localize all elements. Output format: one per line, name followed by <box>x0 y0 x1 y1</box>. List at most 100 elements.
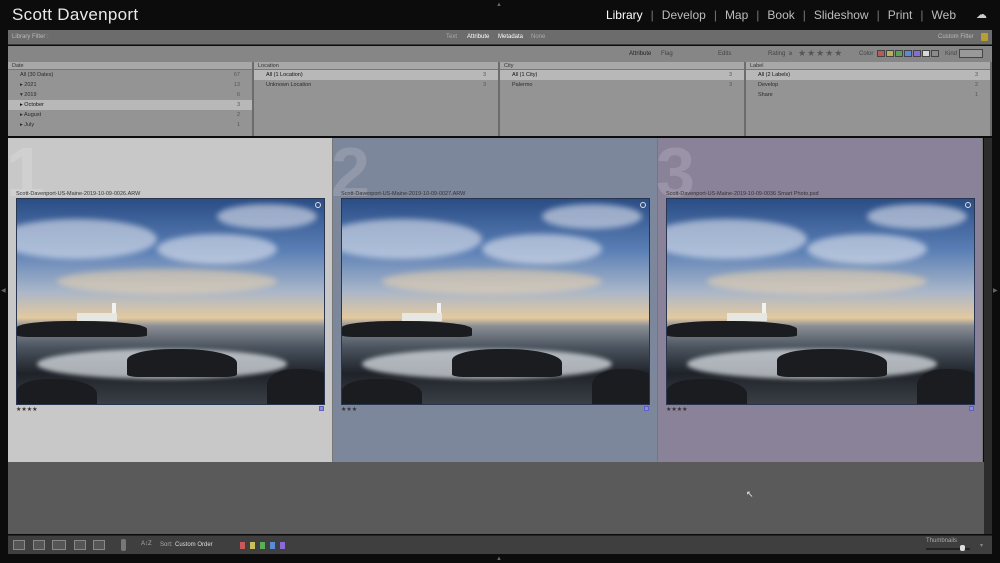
kind-label: Kind <box>945 51 958 57</box>
filter-row[interactable]: All (1 City) 3 <box>500 70 744 80</box>
painter-icon[interactable] <box>121 539 126 551</box>
filter-column-location: Location All (1 Location) 3 Unknown Locatio… <box>254 62 500 136</box>
star-rating[interactable]: ★★★★ <box>16 406 38 413</box>
module-library[interactable]: Library <box>598 8 651 22</box>
file-name: Scott-Davenport-US-Maine-2019-10-09-0036… <box>666 191 819 197</box>
tab-attribute[interactable]: Attribute <box>467 34 489 40</box>
thumbnail-size-slider[interactable] <box>926 545 970 551</box>
tab-text[interactable]: Text <box>446 34 457 40</box>
row-label: Palermo <box>512 82 533 88</box>
mouse-cursor: ↖ <box>746 489 754 499</box>
filter-row[interactable]: ▾ 2019 6 <box>8 90 252 100</box>
grid-cell[interactable]: 2 Scott-Davenport-US-Maine-2019-10-09-00… <box>331 133 658 462</box>
row-label: All (1 City) <box>512 72 538 78</box>
column-header[interactable]: City <box>500 62 744 70</box>
grid-cell[interactable]: 3 Scott-Davenport-US-Maine-2019-10-09-00… <box>656 133 983 462</box>
slider-thumb[interactable] <box>960 545 966 551</box>
row-label: All (1 Location) <box>266 72 303 78</box>
sort-select[interactable]: Custom Order <box>175 542 213 548</box>
photo-thumbnail[interactable] <box>666 198 975 405</box>
filter-row[interactable]: All (30 Dates) 67 <box>8 70 252 80</box>
tab-metadata[interactable]: Metadata <box>498 34 523 40</box>
grid-scrollbar[interactable] <box>984 138 992 534</box>
toolbar: A↕Z Sort: Custom Order Thumbnails ▾ <box>8 535 992 554</box>
quick-collection-icon[interactable] <box>965 202 971 208</box>
filter-row[interactable]: Develop 2 <box>746 80 990 90</box>
lock-icon[interactable] <box>981 33 988 41</box>
top-panel-toggle-icon[interactable]: ▲ <box>496 2 502 8</box>
row-label: ▾ 2019 <box>20 92 37 98</box>
module-book[interactable]: Book <box>759 8 802 22</box>
filter-row[interactable]: Palermo 3 <box>500 80 744 90</box>
star-rating[interactable]: ★★★ <box>341 406 357 413</box>
grid-view-icon[interactable] <box>13 540 25 550</box>
row-count: 2 <box>974 82 978 88</box>
survey-view-icon[interactable] <box>74 540 86 550</box>
grid-cell[interactable]: 1 Scott-Davenport-US-Maine-2019-10-09-00… <box>6 133 333 462</box>
label-color-button[interactable] <box>270 542 275 549</box>
library-filter-label: Library Filter : <box>12 34 49 40</box>
photo-thumbnail[interactable] <box>16 198 325 405</box>
rating-label: Rating <box>768 51 786 57</box>
filter-row[interactable]: Share 1 <box>746 90 990 100</box>
right-panel-toggle-icon[interactable]: ▶ <box>993 287 998 294</box>
loupe-view-icon[interactable] <box>33 540 45 550</box>
color-swatch[interactable] <box>895 50 903 57</box>
color-swatch[interactable] <box>913 50 921 57</box>
thumbnails-label: Thumbnails <box>926 538 958 544</box>
sort-direction-icon[interactable]: A↕Z <box>141 541 152 547</box>
filter-row[interactable]: All (1 Location) 3 <box>254 70 498 80</box>
module-web[interactable]: Web <box>924 8 964 22</box>
color-label-badge <box>644 406 649 411</box>
color-label-badge <box>969 406 974 411</box>
filter-column-city: City All (1 City) 3 Palermo 3 <box>500 62 746 136</box>
module-slideshow[interactable]: Slideshow <box>806 8 877 22</box>
library-filter-bar: Library Filter : Text Attribute Metadata… <box>8 30 992 45</box>
label-color-button[interactable] <box>240 542 245 549</box>
label-color-button[interactable] <box>280 542 285 549</box>
file-name: Scott-Davenport-US-Maine-2019-10-09-0026… <box>16 191 141 197</box>
file-name: Scott-Davenport-US-Maine-2019-10-09-0027… <box>341 191 466 197</box>
column-header[interactable]: Label <box>746 62 990 70</box>
row-count: 3 <box>482 72 486 78</box>
left-panel-toggle-icon[interactable]: ◀ <box>1 287 6 294</box>
module-develop[interactable]: Develop <box>654 8 714 22</box>
filter-row[interactable]: All (2 Labels) 3 <box>746 70 990 80</box>
color-swatch[interactable] <box>886 50 894 57</box>
people-view-icon[interactable] <box>93 540 105 550</box>
label-color-button[interactable] <box>250 542 255 549</box>
filter-row[interactable]: ▸ October 3 <box>8 100 252 110</box>
color-swatch[interactable] <box>877 50 885 57</box>
quick-collection-icon[interactable] <box>640 202 646 208</box>
module-print[interactable]: Print <box>880 8 921 22</box>
column-header[interactable]: Date <box>8 62 252 70</box>
filter-row[interactable]: ▸ 2021 13 <box>8 80 252 90</box>
color-filter-swatches <box>877 50 939 57</box>
flag-label: Flag <box>661 51 673 57</box>
rating-operator[interactable]: ≥ <box>789 51 792 57</box>
filter-row[interactable]: Unknown Location 3 <box>254 80 498 90</box>
compare-view-icon[interactable] <box>52 540 66 550</box>
label-color-button[interactable] <box>260 542 265 549</box>
tab-none[interactable]: None <box>531 34 545 40</box>
color-swatch[interactable] <box>904 50 912 57</box>
module-map[interactable]: Map <box>717 8 756 22</box>
color-swatch[interactable] <box>931 50 939 57</box>
cloud-icon[interactable]: ☁ <box>976 8 990 21</box>
filter-row[interactable]: ▸ August 2 <box>8 110 252 120</box>
row-count: 67 <box>233 72 240 78</box>
toolbar-menu-icon[interactable]: ▾ <box>980 542 983 549</box>
filter-preset-select[interactable]: Custom Filter <box>938 34 974 40</box>
bottom-panel-toggle-icon[interactable]: ▲ <box>496 556 502 562</box>
color-swatch[interactable] <box>922 50 930 57</box>
photo-thumbnail[interactable] <box>341 198 650 405</box>
row-label: All (2 Labels) <box>758 72 791 78</box>
row-count: 3 <box>728 72 732 78</box>
row-label: Unknown Location <box>266 82 312 88</box>
star-rating[interactable]: ★★★★ <box>666 406 688 413</box>
rating-stars[interactable]: ★★★★★ <box>798 48 843 59</box>
quick-collection-icon[interactable] <box>315 202 321 208</box>
filter-row[interactable]: ▸ July 1 <box>8 120 252 130</box>
kind-filter-buttons[interactable] <box>959 49 983 58</box>
column-header[interactable]: Location <box>254 62 498 70</box>
